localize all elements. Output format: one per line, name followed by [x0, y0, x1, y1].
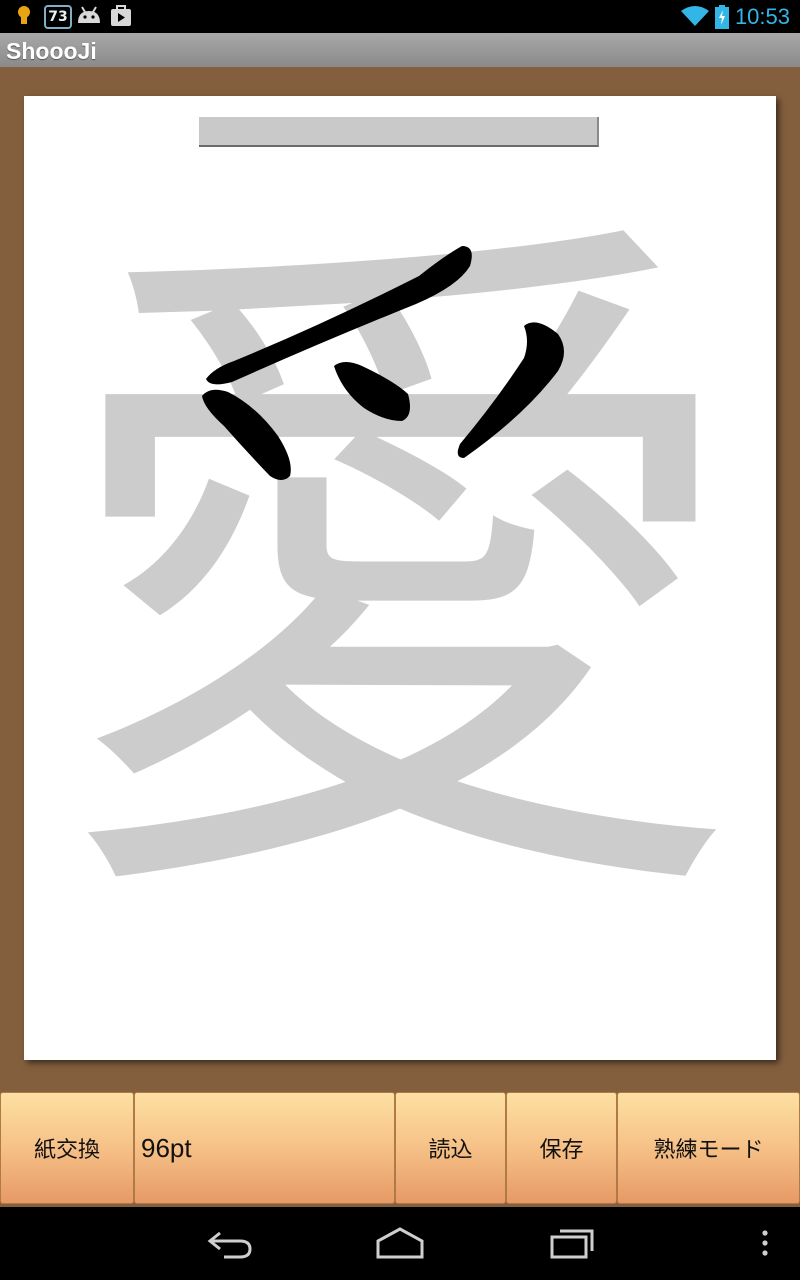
brush-stroke — [457, 322, 564, 458]
lightbulb-icon — [18, 6, 30, 24]
play-store-icon — [111, 5, 131, 26]
brush-size-selector[interactable]: 96pt — [134, 1092, 395, 1204]
expert-mode-button[interactable]: 熟練モード — [617, 1092, 800, 1204]
bottom-toolbar: 紙交換 96pt 読込 保存 熟練モード — [0, 1090, 800, 1207]
action-bar: ShoooJi — [0, 33, 800, 67]
clock: 10:53 — [734, 4, 790, 29]
back-icon[interactable] — [206, 1225, 254, 1261]
home-icon[interactable] — [375, 1225, 425, 1261]
notification-count-badge: 73 — [44, 5, 72, 29]
brush-stroke — [334, 362, 410, 421]
brush-strokes — [202, 246, 564, 480]
writing-paper[interactable]: 愛 — [24, 96, 776, 1060]
load-button[interactable]: 読込 — [395, 1092, 506, 1204]
navigation-bar — [0, 1207, 800, 1280]
android-icon — [78, 6, 100, 23]
overflow-menu-icon[interactable] — [760, 1229, 770, 1259]
wifi-icon — [681, 6, 709, 26]
app-title: ShoooJi — [6, 38, 97, 64]
status-bar: 73 10:53 — [0, 0, 800, 33]
brush-stroke — [202, 389, 291, 480]
board-background: 愛 — [0, 67, 800, 1090]
recents-icon[interactable] — [548, 1225, 596, 1261]
battery-icon — [715, 5, 729, 29]
save-button[interactable]: 保存 — [506, 1092, 617, 1204]
change-paper-button[interactable]: 紙交換 — [0, 1092, 134, 1204]
